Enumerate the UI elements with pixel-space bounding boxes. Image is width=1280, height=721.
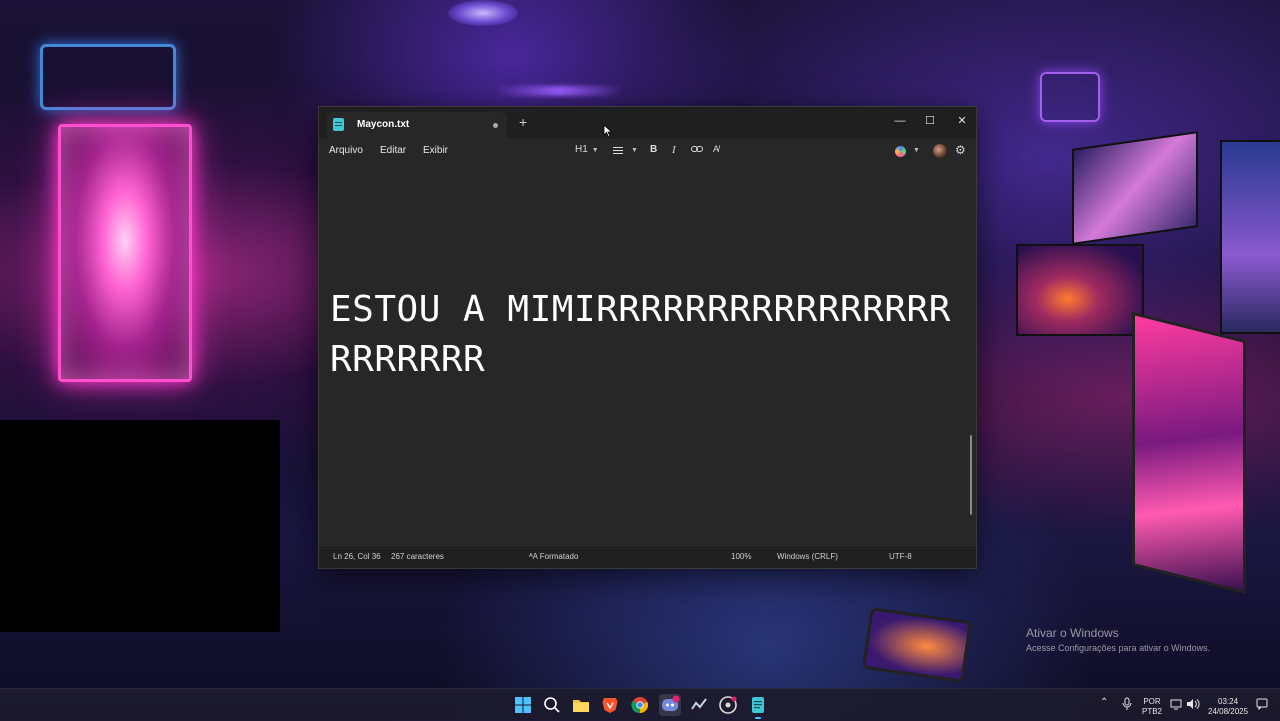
line-ending[interactable]: Windows (CRLF) <box>777 552 838 561</box>
notepad-app-icon <box>333 118 344 131</box>
bold-button[interactable]: B <box>650 144 657 155</box>
heading-dropdown[interactable]: H1 ▼ <box>575 144 599 155</box>
chevron-up-icon[interactable]: ⌃ <box>1100 698 1108 708</box>
file-explorer-icon[interactable] <box>571 695 591 715</box>
windows-activation-watermark: Ativar o Windows Acesse Configurações pa… <box>1026 626 1210 653</box>
chevron-down-icon[interactable]: ▼ <box>913 147 920 154</box>
chevron-down-icon: ▼ <box>591 147 599 154</box>
notepad-icon[interactable] <box>748 695 768 715</box>
title-bar[interactable]: Maycon.txt + — ☐ ✕ <box>319 107 976 139</box>
menu-arquivo[interactable]: Arquivo <box>329 145 363 156</box>
tab-title: Maycon.txt <box>357 119 410 130</box>
text-editor[interactable]: ESTOU A MIMIRRRRRRRRRRRRRRRRRRRRRRR <box>319 163 976 546</box>
language-indicator[interactable]: POR PTB2 <box>1142 697 1162 717</box>
clock[interactable]: 03:24 24/08/2025 <box>1208 697 1248 717</box>
zoom-level[interactable]: 100% <box>731 552 751 561</box>
clear-formatting-icon[interactable]: A̸ <box>713 144 719 154</box>
wallpaper-monitor <box>1132 311 1246 595</box>
clock-time: 03:24 <box>1218 697 1239 706</box>
notification-icon[interactable] <box>1256 698 1268 713</box>
menu-exibir[interactable]: Exibir <box>423 145 448 156</box>
wallpaper-ceiling-neon <box>494 86 624 96</box>
windows-start-icon[interactable] <box>513 695 533 715</box>
volume-icon[interactable] <box>1186 698 1200 713</box>
microphone-icon[interactable] <box>1122 697 1132 714</box>
vertical-scrollbar[interactable] <box>970 435 972 515</box>
wallpaper-monitor <box>1016 244 1144 336</box>
notepad-window: Maycon.txt + — ☐ ✕ Arquivo Editar Exibir… <box>318 106 977 569</box>
italic-button[interactable]: I <box>672 144 676 156</box>
chevron-down-icon[interactable]: ▼ <box>631 147 638 154</box>
language-bottom: PTB2 <box>1142 707 1163 716</box>
network-icon[interactable] <box>1170 698 1184 713</box>
character-count: 267 caracteres <box>391 552 444 561</box>
active-app-indicator <box>755 717 761 719</box>
activation-title: Ativar o Windows <box>1026 626 1119 640</box>
format-toggle[interactable]: ᴬA Formatado <box>529 552 578 561</box>
status-bar: Ln 26, Col 36 267 caracteres ᴬA Formatad… <box>319 545 976 568</box>
close-button[interactable]: ✕ <box>947 111 977 131</box>
menu-editar[interactable]: Editar <box>380 145 406 156</box>
activation-subtitle: Acesse Configurações para ativar o Windo… <box>1026 643 1211 653</box>
wallpaper-monitor <box>1072 131 1198 245</box>
wallpaper-tablet <box>862 607 972 683</box>
wallpaper-monitor <box>1220 140 1280 334</box>
wallpaper-neon-sign <box>40 44 176 110</box>
format-icon: ᴬA <box>529 552 538 561</box>
cursor-position: Ln 26, Col 36 <box>333 552 381 561</box>
clock-date: 24/08/2025 <box>1208 707 1249 716</box>
maximize-button[interactable]: ☐ <box>915 111 945 131</box>
avatar[interactable] <box>933 144 947 158</box>
document-content[interactable]: ESTOU A MIMIRRRRRRRRRRRRRRRRRRRRRRR <box>330 285 970 385</box>
discord-icon[interactable] <box>659 694 681 716</box>
mouse-cursor-icon <box>603 124 613 138</box>
format-label: Formatado <box>539 552 579 561</box>
unsaved-indicator-icon[interactable] <box>493 123 498 128</box>
language-top: POR <box>1143 697 1161 706</box>
gear-icon[interactable]: ⚙ <box>955 143 966 157</box>
wallpaper-neon-portal <box>58 124 192 382</box>
minimize-button[interactable]: — <box>885 111 915 131</box>
search-icon[interactable] <box>542 695 562 715</box>
encoding[interactable]: UTF-8 <box>889 552 912 561</box>
menu-bar: Arquivo Editar Exibir H1 ▼ ▼ B I A̸ ▼ ⚙ <box>319 139 976 163</box>
chrome-icon[interactable] <box>630 695 650 715</box>
link-icon[interactable] <box>691 144 703 157</box>
obs-icon[interactable] <box>718 695 738 715</box>
black-overlay-panel <box>0 420 280 632</box>
new-tab-button[interactable]: + <box>519 114 527 130</box>
steam-icon[interactable] <box>689 695 709 715</box>
tab-maycon-txt[interactable]: Maycon.txt <box>327 112 507 139</box>
brave-browser-icon[interactable] <box>600 695 620 715</box>
wallpaper-neon-sign-right <box>1040 72 1100 122</box>
list-icon[interactable] <box>613 147 623 155</box>
heading-label: H1 <box>575 144 588 155</box>
wallpaper-ceiling-light <box>448 0 518 26</box>
copilot-icon[interactable] <box>895 146 906 157</box>
taskbar: ⌃ POR PTB2 03:24 24/08/2025 <box>0 688 1280 721</box>
